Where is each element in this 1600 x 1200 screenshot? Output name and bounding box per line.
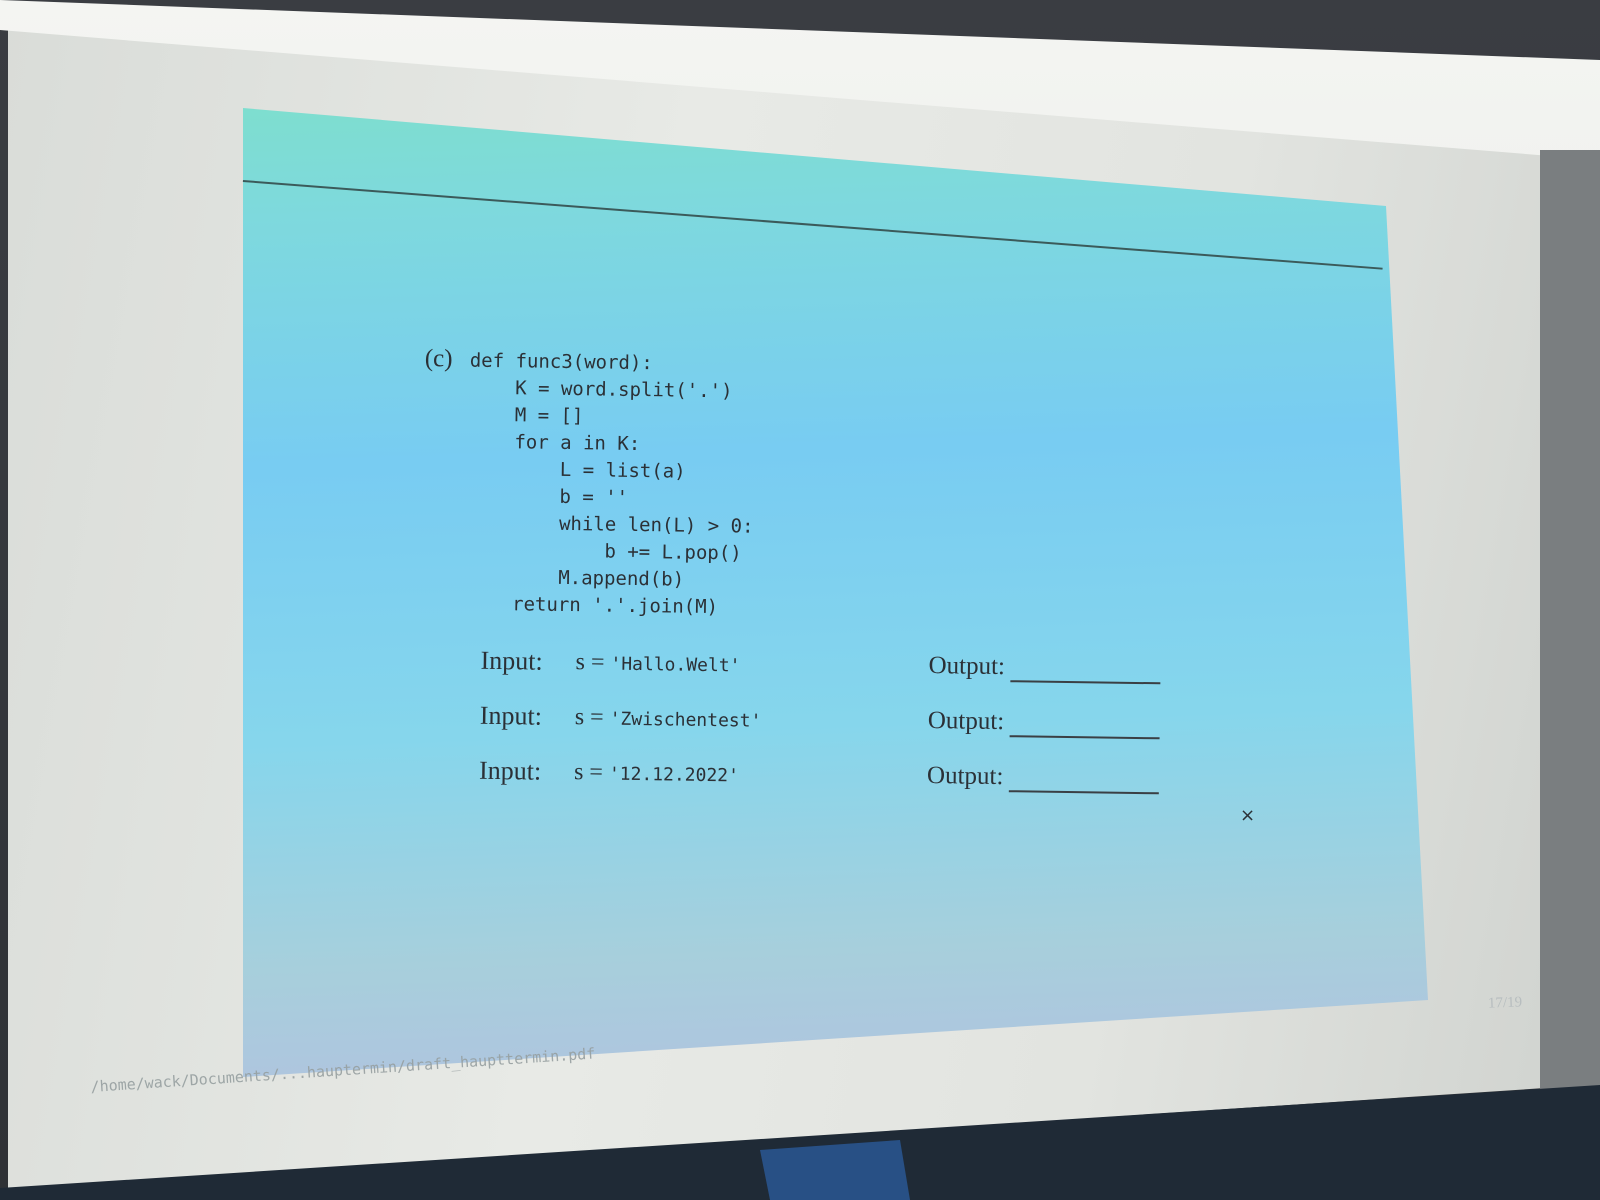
photo-scene: (c) def func3(word): K = word.split('.')…: [0, 0, 1600, 1200]
output-blank-line: [1008, 790, 1159, 795]
input-label: Input:: [479, 700, 543, 731]
code-line: b = '': [467, 484, 629, 509]
io-row: Input: s = 'Hallo.Welt' Output:: [480, 646, 1200, 690]
code-line: K = word.split('.'): [469, 376, 733, 403]
code-line: M.append(b): [466, 565, 685, 591]
io-row: Input: s = 'Zwischentest' Output:: [480, 701, 1200, 745]
code-line: while len(L) > 0:: [467, 511, 754, 538]
input-expression: s = '12.12.2022': [574, 759, 739, 788]
output-label: Output:: [926, 762, 1004, 791]
input-value: 'Zwischentest': [609, 708, 762, 732]
output-label: Output:: [927, 707, 1005, 736]
input-variable: s =: [575, 649, 611, 676]
input-variable: s =: [573, 759, 610, 786]
input-variable: s =: [574, 704, 610, 731]
code-line: M = []: [468, 403, 584, 428]
input-expression: s = 'Hallo.Welt': [575, 649, 740, 678]
input-value: '12.12.2022': [608, 763, 740, 787]
output-blank-line: [1009, 735, 1160, 740]
code-line: b += L.pop(): [466, 538, 742, 565]
code-line: return '.'.join(M): [466, 592, 719, 619]
slide-content: (c) def func3(word): K = word.split('.')…: [418, 345, 1224, 826]
output-blank-line: [1010, 680, 1161, 685]
part-label: (c): [424, 345, 453, 373]
code-line: for a in K:: [468, 430, 641, 456]
input-expression: s = 'Zwischentest': [575, 704, 762, 734]
output-label: Output:: [928, 652, 1006, 681]
io-row: Input: s = '12.12.2022' Output:: [479, 756, 1199, 800]
code-line: L = list(a): [468, 457, 686, 483]
input-value: 'Hallo.Welt': [610, 653, 741, 677]
input-label: Input:: [478, 755, 542, 786]
input-label: Input:: [480, 645, 543, 676]
slide-page-number: 17/19: [1487, 994, 1523, 1012]
close-icon: ×: [1240, 805, 1256, 826]
code-line: def func3(word):: [469, 349, 653, 375]
